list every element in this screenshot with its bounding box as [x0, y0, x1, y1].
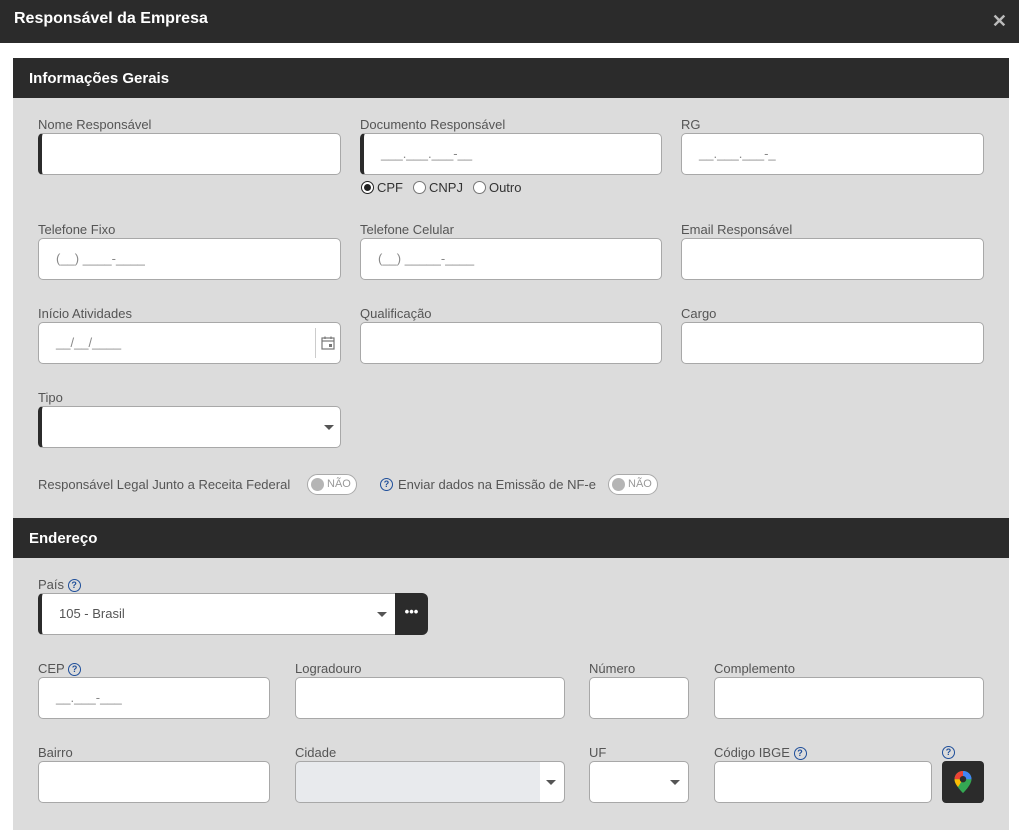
- cidade-select[interactable]: [295, 761, 565, 803]
- qualificacao-label: Qualificação: [360, 306, 432, 321]
- close-icon[interactable]: ✕: [992, 11, 1007, 31]
- ibge-input[interactable]: [714, 761, 932, 803]
- responsavel-legal-label: Responsável Legal Junto a Receita Federa…: [38, 477, 291, 492]
- cep-placeholder: __.___-___: [56, 690, 122, 705]
- radio-cnpj-label: CNPJ: [429, 180, 463, 195]
- telefone-fixo-label: Telefone Fixo: [38, 222, 116, 237]
- chevron-down-icon: [546, 780, 556, 785]
- calendar-icon[interactable]: [315, 328, 340, 358]
- help-icon[interactable]: ?: [380, 478, 393, 491]
- radio-cnpj-dot: [413, 181, 426, 194]
- pais-value: 105 - Brasil: [59, 606, 125, 621]
- email-label: Email Responsável: [681, 222, 793, 237]
- complemento-label: Complemento: [714, 661, 795, 676]
- uf-select[interactable]: [589, 761, 689, 803]
- doc-type-radio-group: CPF CNPJ Outro: [361, 180, 531, 195]
- inicio-placeholder: __/__/____: [56, 335, 122, 350]
- pais-label: País ?: [38, 577, 81, 593]
- telefone-celular-label: Telefone Celular: [360, 222, 454, 237]
- telefone-celular-input[interactable]: (__) _____-____: [360, 238, 662, 280]
- nome-label: Nome Responsável: [38, 117, 152, 132]
- email-input[interactable]: [681, 238, 984, 280]
- cep-input[interactable]: __.___-___: [38, 677, 270, 719]
- general-info-header: Informações Gerais: [13, 58, 1009, 98]
- chevron-down-icon: [324, 425, 334, 430]
- toggle-knob: [311, 478, 324, 491]
- cep-label-text: CEP: [38, 661, 65, 676]
- help-icon[interactable]: ?: [67, 579, 81, 593]
- cep-label: CEP ?: [38, 661, 82, 677]
- radio-cpf[interactable]: CPF: [361, 180, 403, 195]
- radio-cpf-label: CPF: [377, 180, 403, 195]
- inicio-label: Início Atividades: [38, 306, 132, 321]
- rg-placeholder: __.___.___-_: [699, 146, 776, 161]
- radio-outro-label: Outro: [488, 180, 522, 195]
- ibge-label: Código IBGE ?: [714, 745, 807, 761]
- dialog-titlebar: Responsável da Empresa ✕: [0, 0, 1019, 43]
- enviar-nfe-toggle[interactable]: NÃO: [608, 474, 658, 495]
- rg-input[interactable]: __.___.___-_: [681, 133, 984, 175]
- responsavel-legal-toggle[interactable]: NÃO: [307, 474, 357, 495]
- telefone-fixo-placeholder: (__) ____-____: [56, 251, 145, 266]
- documento-placeholder: ___.___.___-__: [381, 146, 473, 161]
- chevron-down-icon: [377, 612, 387, 617]
- enviar-nfe-toggle-text: NÃO: [628, 478, 652, 490]
- responsavel-legal-toggle-text: NÃO: [327, 478, 351, 490]
- telefone-celular-placeholder: (__) _____-____: [378, 251, 475, 266]
- complemento-input[interactable]: [714, 677, 984, 719]
- chevron-down-icon: [670, 780, 680, 785]
- logradouro-label: Logradouro: [295, 661, 362, 676]
- numero-input[interactable]: [589, 677, 689, 719]
- pais-select[interactable]: 105 - Brasil: [38, 593, 396, 635]
- map-pin-icon: [954, 771, 972, 793]
- help-icon[interactable]: ?: [793, 747, 807, 761]
- documento-input[interactable]: ___.___.___-__: [360, 133, 662, 175]
- logradouro-input[interactable]: [295, 677, 565, 719]
- radio-outro[interactable]: Outro: [472, 180, 522, 195]
- ibge-label-text: Código IBGE: [714, 745, 790, 760]
- rg-label: RG: [681, 117, 701, 132]
- bairro-label: Bairro: [38, 745, 73, 760]
- help-icon[interactable]: ?: [68, 663, 82, 677]
- tipo-label: Tipo: [38, 390, 63, 405]
- cargo-label: Cargo: [681, 306, 717, 321]
- telefone-fixo-input[interactable]: (__) ____-____: [38, 238, 341, 280]
- documento-label: Documento Responsável: [360, 117, 506, 132]
- general-info-panel: Informações Gerais: [13, 58, 1009, 518]
- numero-label: Número: [589, 661, 636, 676]
- more-options-button[interactable]: •••: [395, 593, 428, 635]
- cargo-input[interactable]: [681, 322, 984, 364]
- help-icon[interactable]: ?: [942, 746, 955, 759]
- radio-cpf-dot: [361, 181, 374, 194]
- nome-input[interactable]: [38, 133, 341, 175]
- radio-outro-dot: [472, 181, 486, 194]
- address-header: Endereço: [13, 518, 1009, 558]
- toggle-knob: [612, 478, 625, 491]
- pais-label-text: País: [38, 577, 65, 592]
- bairro-input[interactable]: [38, 761, 270, 803]
- radio-cnpj[interactable]: CNPJ: [413, 180, 463, 195]
- dialog-title: Responsável da Empresa: [14, 10, 208, 27]
- enviar-nfe-label: Enviar dados na Emissão de NF-e: [398, 477, 596, 492]
- uf-label: UF: [589, 745, 607, 760]
- map-pin-button[interactable]: [942, 761, 984, 803]
- qualificacao-input[interactable]: [360, 322, 662, 364]
- tipo-select[interactable]: [38, 406, 341, 448]
- inicio-date-input[interactable]: __/__/____: [38, 322, 341, 364]
- cidade-label: Cidade: [295, 745, 337, 760]
